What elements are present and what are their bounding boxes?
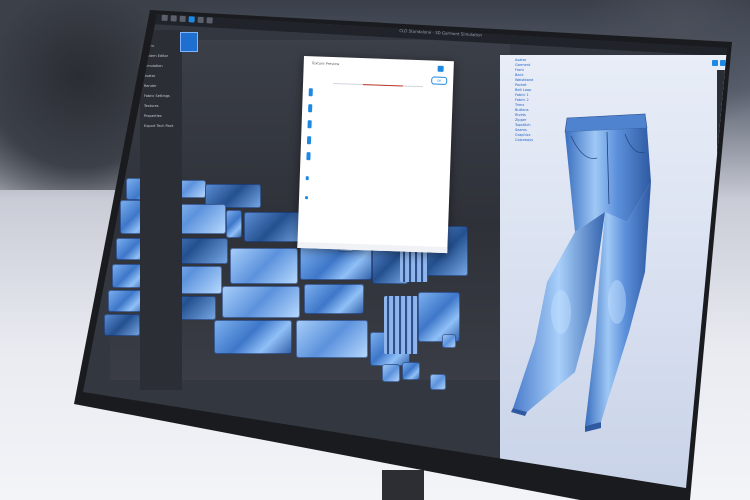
tree-item[interactable]: Fabric 1 [515,93,529,97]
dialog-progress [363,84,404,87]
tree-item[interactable]: Waistband [515,78,533,82]
tree-item[interactable]: Front [515,68,524,72]
close-icon[interactable] [437,65,444,72]
swatch-icon[interactable] [306,136,312,145]
view-icon[interactable] [712,60,718,66]
tree-item[interactable]: Trims [515,103,524,107]
pattern-piece[interactable] [214,320,292,354]
pattern-piece-striped[interactable] [384,296,418,354]
tree-item[interactable]: Belt Loop [515,88,531,92]
fabric-thumbnail[interactable] [180,32,198,52]
pattern-piece[interactable] [222,286,300,318]
pattern-piece[interactable] [442,334,456,348]
left-menu-item[interactable]: Export Tech Pack [144,124,174,128]
pattern-piece[interactable] [104,314,140,336]
tree-item[interactable]: Garment [515,63,530,67]
pattern-piece[interactable] [226,210,242,238]
pin-icon[interactable] [197,16,204,24]
tree-item[interactable]: Fabric 2 [515,98,529,102]
swatch-icon[interactable] [307,120,312,129]
render-icon[interactable] [720,60,726,66]
viewport-toolbar [712,60,727,66]
ok-button[interactable]: OK [431,76,448,86]
transform-icon[interactable] [170,15,177,22]
swatch-icon[interactable] [305,196,309,200]
3d-jeans-model[interactable] [505,112,655,442]
left-menu-item[interactable]: Fabric Settings [144,94,170,98]
swatch-icon[interactable] [308,104,313,113]
swatch-icon[interactable] [306,152,311,161]
pattern-piece[interactable] [430,374,446,390]
swatch-icon[interactable] [308,88,313,97]
tree-item[interactable]: Back [515,73,524,77]
texture-dialog: Texture Preview OK [297,56,454,254]
pattern-piece[interactable] [244,212,304,242]
swatch-icon[interactable] [305,176,309,181]
pattern-piece[interactable] [402,362,420,380]
tree-item[interactable]: Pocket [515,83,526,87]
dialog-title: Texture Preview [311,61,340,67]
left-menu-item[interactable]: Render [144,84,156,88]
monitor: Fabric Pattern Editor Simulation Avatar … [0,0,750,500]
tree-item[interactable]: Avatar [515,58,526,62]
left-menu-item[interactable]: Properties [144,114,162,118]
pattern-piece[interactable] [296,320,368,358]
left-menu-panel: Fabric Pattern Editor Simulation Avatar … [140,30,182,390]
left-menu-item[interactable]: Avatar [144,74,155,78]
select-icon[interactable] [161,14,168,21]
sew-icon[interactable] [188,16,195,23]
pattern-piece[interactable] [230,248,298,284]
monitor-screen: Fabric Pattern Editor Simulation Avatar … [83,14,727,488]
pattern-piece[interactable] [304,284,364,314]
fold-icon[interactable] [206,17,213,24]
pattern-piece[interactable] [382,364,400,382]
pattern-piece[interactable] [300,246,372,280]
pen-icon[interactable] [179,15,186,22]
left-menu-item[interactable]: Textures [144,104,159,108]
